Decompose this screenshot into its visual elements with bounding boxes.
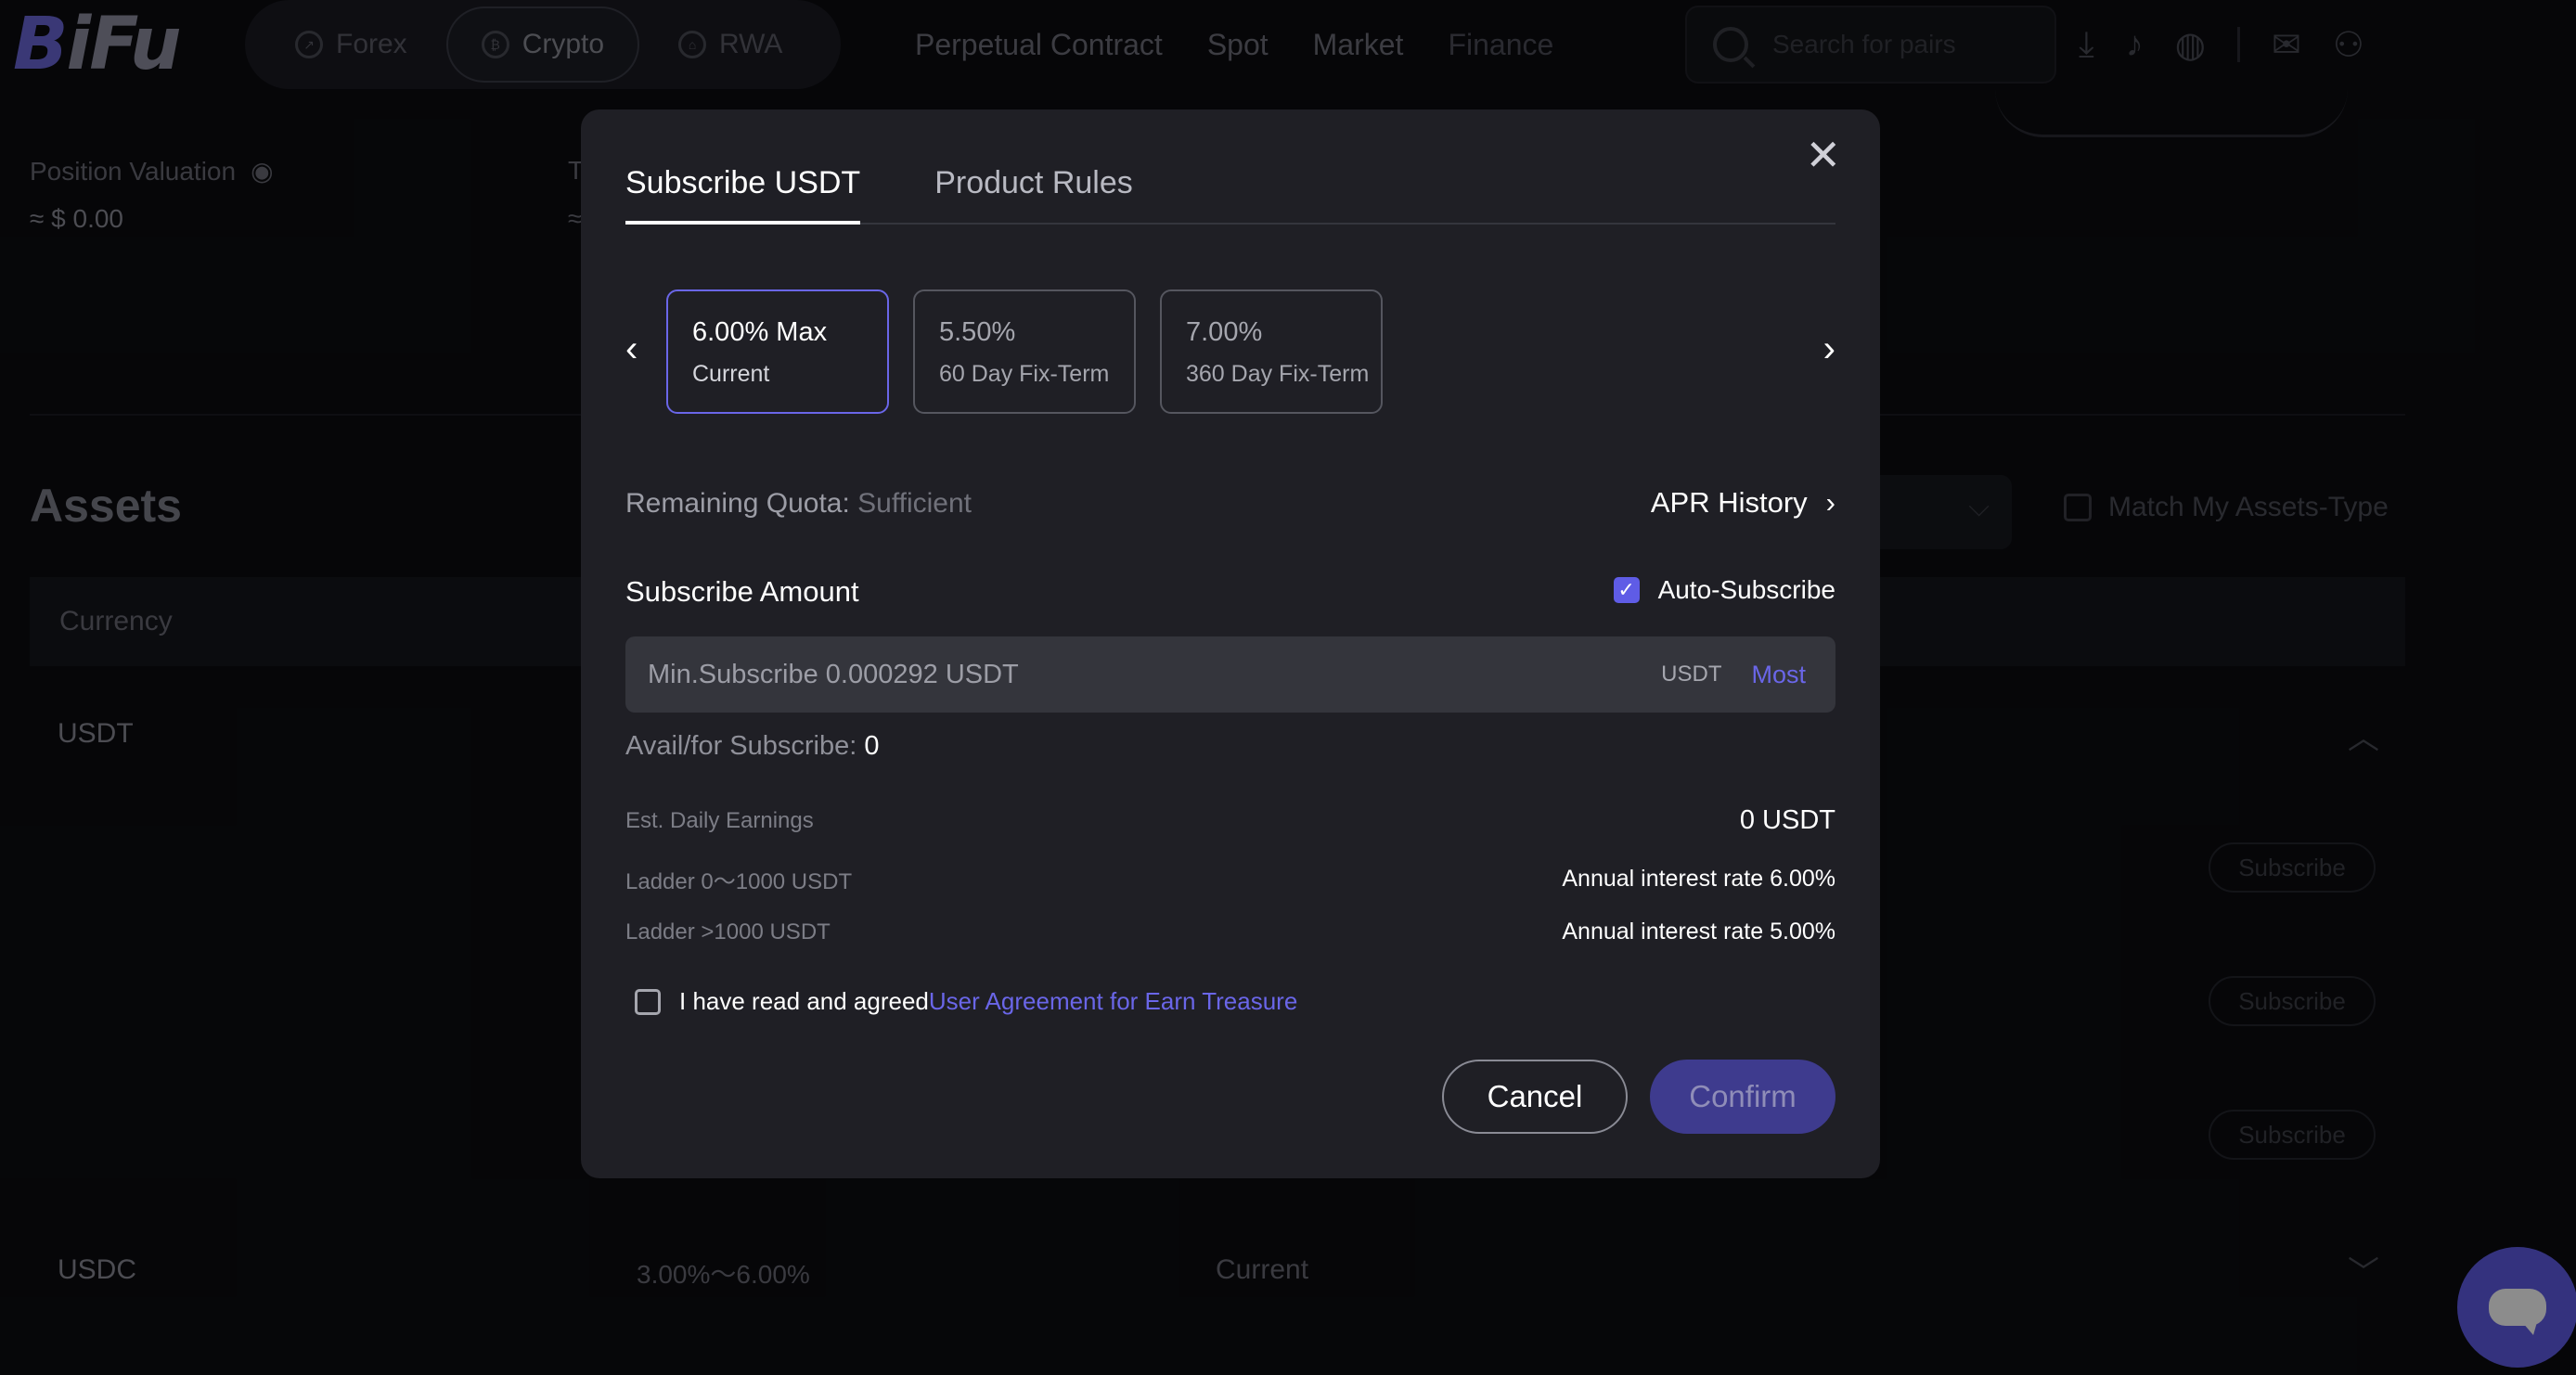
option-label: 360 Day Fix-Term [1186, 361, 1370, 387]
ladder-row-1: Ladder 0～1000 USDT Annual interest rate … [625, 863, 1835, 895]
chevron-right-icon[interactable]: › [1823, 328, 1835, 370]
available-balance: Avail/for Subscribe: 0 [625, 731, 880, 762]
apr-history-link[interactable]: APR History › [1651, 486, 1835, 520]
est-daily-earnings-row: Est. Daily Earnings 0 USDT [625, 805, 1835, 836]
unit-label: USDT [1661, 662, 1722, 687]
remaining-quota-value: Sufficient [857, 488, 972, 519]
agreement-row: I have read and agreedUser Agreement for… [635, 987, 1297, 1016]
auto-subscribe-checkbox[interactable]: ✓ [1613, 577, 1640, 603]
most-button[interactable]: Most [1751, 661, 1806, 689]
option-rate: 7.00% [1186, 317, 1263, 347]
ladder1-label: Ladder 0～1000 USDT [625, 869, 853, 894]
option-label: 60 Day Fix-Term [939, 361, 1110, 387]
option-current[interactable]: 6.00% Max Current [666, 289, 889, 414]
amount-input[interactable] [648, 659, 1662, 690]
ladder2-label: Ladder >1000 USDT [625, 919, 831, 945]
ladder-row-2: Ladder >1000 USDT Annual interest rate 5… [625, 919, 1835, 945]
option-60-day[interactable]: 5.50% 60 Day Fix-Term [913, 289, 1136, 414]
chevron-right-icon: › [1825, 486, 1835, 519]
amount-field: USDT Most [625, 636, 1835, 713]
option-label: Current [692, 361, 770, 387]
auto-subscribe-label: Auto-Subscribe [1657, 575, 1835, 604]
tab-subscribe-usdt[interactable]: Subscribe USDT [625, 165, 861, 225]
tab-product-rules[interactable]: Product Rules [934, 165, 1133, 225]
confirm-button[interactable]: Confirm [1650, 1060, 1835, 1134]
modal-tabs: Subscribe USDT Product Rules [625, 165, 1835, 225]
option-rate: 6.00% Max [692, 317, 828, 347]
ladder2-value: Annual interest rate 5.00% [1562, 919, 1835, 945]
auto-subscribe-toggle[interactable]: ✓ Auto-Subscribe [1613, 575, 1835, 605]
remaining-quota: Remaining Quota: Sufficient [625, 488, 972, 520]
product-options: 6.00% Max Current 5.50% 60 Day Fix-Term … [666, 289, 1383, 414]
ladder1-value: Annual interest rate 6.00% [1562, 866, 1835, 892]
agreement-text: I have read and agreedUser Agreement for… [679, 987, 1297, 1016]
option-360-day[interactable]: 7.00% 360 Day Fix-Term [1160, 289, 1383, 414]
cancel-button[interactable]: Cancel [1442, 1060, 1628, 1134]
apr-history-label: APR History [1650, 486, 1808, 519]
avail-label: Avail/for Subscribe: [625, 731, 857, 761]
agreement-prefix: I have read and agreed [679, 987, 929, 1015]
agreement-checkbox[interactable] [635, 988, 661, 1015]
option-rate: 5.50% [939, 317, 1016, 347]
est-daily-value: 0 USDT [1739, 805, 1835, 835]
est-daily-label: Est. Daily Earnings [625, 807, 814, 833]
page: BiFu ↗ Forex ₿ Crypto ⌂ RWA Perpetual Co… [0, 0, 2576, 1375]
subscribe-modal: ✕ Subscribe USDT Product Rules ‹ 6.00% M… [581, 109, 1880, 1178]
avail-value: 0 [864, 731, 880, 761]
remaining-quota-label: Remaining Quota: [625, 488, 850, 519]
chevron-left-icon[interactable]: ‹ [625, 328, 638, 370]
agreement-link[interactable]: User Agreement for Earn Treasure [929, 987, 1297, 1015]
subscribe-amount-label: Subscribe Amount [625, 575, 859, 608]
